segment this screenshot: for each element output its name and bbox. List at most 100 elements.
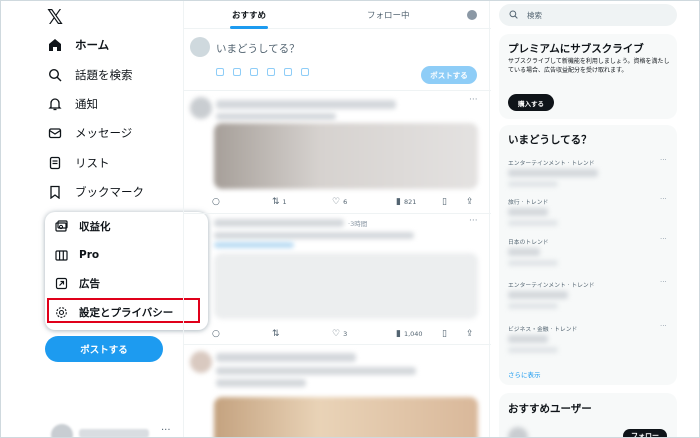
gif-icon[interactable] xyxy=(233,68,241,76)
account-avatar[interactable] xyxy=(51,424,73,437)
timeline-settings-icon[interactable] xyxy=(467,10,477,20)
menu-label-monetization: 収益化 xyxy=(79,220,111,233)
post-text xyxy=(214,232,414,239)
trend-name[interactable] xyxy=(508,169,598,177)
repost-button[interactable]: ⇅ xyxy=(272,329,283,339)
list-icon xyxy=(47,155,63,171)
trend-more-icon[interactable]: ··· xyxy=(660,195,667,203)
trend-posts xyxy=(508,220,558,226)
nav-label-home: ホーム xyxy=(75,38,110,52)
nav-item-notifications[interactable]: 通知 xyxy=(47,91,98,117)
home-icon xyxy=(47,37,63,53)
post-text xyxy=(216,113,336,120)
post-more-icon[interactable]: ··· xyxy=(469,95,478,105)
repost-button[interactable]: ⇅ 1 xyxy=(272,197,287,207)
post-more-icon[interactable]: ··· xyxy=(469,216,478,226)
search-icon xyxy=(509,9,518,21)
emoji-icon[interactable] xyxy=(267,68,275,76)
trend-name[interactable] xyxy=(508,291,568,299)
who-to-follow-title: おすすめユーザー xyxy=(508,403,592,415)
post-media[interactable] xyxy=(214,397,478,437)
composer-toolbar xyxy=(216,68,318,76)
post-media[interactable] xyxy=(214,123,478,189)
trend-category: 旅行 · トレンド xyxy=(508,200,549,206)
trend-posts xyxy=(508,303,558,309)
timeline: おすすめ フォロー中 いまどうしてる？ ポストする ··· ○ ⇅ 1 ♡ 6 ▮ 8… xyxy=(183,1,491,437)
timeline-tabs: おすすめ フォロー中 xyxy=(184,1,491,29)
app-window: 𝕏 ホーム 話題を検索 通知 メッセージ リスト ブックマーク ポストする ··… xyxy=(0,0,700,438)
post-avatar[interactable] xyxy=(190,97,212,119)
ads-arrow-icon xyxy=(54,276,68,290)
trend-more-icon[interactable]: ··· xyxy=(660,156,667,164)
bookmark-post-icon[interactable]: ▯ xyxy=(442,329,450,339)
composer-post-button[interactable]: ポストする xyxy=(421,66,477,84)
views-button[interactable]: ▮ 821 xyxy=(396,197,416,207)
premium-description: サブスクライブして新機能を利用しましょう。資格を満たしている場合、広告収益配分を… xyxy=(508,58,670,74)
composer-avatar xyxy=(190,37,210,57)
share-icon[interactable]: ⇪ xyxy=(466,329,477,339)
bookmark-icon xyxy=(47,184,63,200)
like-button[interactable]: ♡ 3 xyxy=(332,329,347,339)
post-actions: ○ ⇅ 1 ♡ 6 ▮ 821 ▯ ⇪ xyxy=(212,197,482,207)
schedule-icon[interactable] xyxy=(284,68,292,76)
tab-active-indicator xyxy=(230,26,268,29)
nav-item-home[interactable]: ホーム xyxy=(47,32,109,58)
subscribe-button[interactable]: 購入する xyxy=(508,94,554,111)
x-logo-icon[interactable]: 𝕏 xyxy=(47,6,71,28)
trend-posts xyxy=(508,347,558,353)
bell-icon xyxy=(47,96,63,112)
views-button[interactable]: ▮ 1,040 xyxy=(396,329,423,339)
trend-more-icon[interactable]: ··· xyxy=(660,278,667,286)
bookmark-post-icon[interactable]: ▯ xyxy=(442,197,450,207)
post-button[interactable]: ポストする xyxy=(45,336,163,362)
account-more-icon[interactable]: ··· xyxy=(161,425,171,436)
follow-button[interactable]: フォロー xyxy=(623,429,667,437)
trend-category: エンターテインメント · トレンド xyxy=(508,283,595,289)
location-icon[interactable] xyxy=(301,68,309,76)
nav-item-lists[interactable]: リスト xyxy=(47,150,110,176)
trend-posts xyxy=(508,260,558,266)
composer-input[interactable]: いまどうしてる？ xyxy=(216,41,300,56)
show-more-link[interactable]: さらに表示 xyxy=(508,369,541,379)
trend-more-icon[interactable]: ··· xyxy=(660,235,667,243)
reply-icon[interactable]: ○ xyxy=(212,197,223,207)
account-name xyxy=(79,429,149,437)
nav-label-messages: メッセージ xyxy=(75,126,133,140)
nav-label-bookmarks: ブックマーク xyxy=(75,185,144,199)
trend-name[interactable] xyxy=(508,248,540,256)
premium-title: プレミアムにサブスクライブ xyxy=(508,43,644,55)
nav-label-lists: リスト xyxy=(75,156,110,170)
nav-item-explore[interactable]: 話題を検索 xyxy=(47,62,133,88)
post-author xyxy=(214,219,344,227)
post-avatar[interactable] xyxy=(190,351,212,373)
nav-item-messages[interactable]: メッセージ xyxy=(47,120,132,146)
divider xyxy=(184,90,491,91)
mail-icon xyxy=(47,125,63,141)
search-input[interactable]: 検索 xyxy=(499,4,677,26)
image-icon[interactable] xyxy=(216,68,224,76)
tab-following[interactable]: フォロー中 xyxy=(367,9,410,21)
trend-name[interactable] xyxy=(508,208,548,216)
share-icon[interactable]: ⇪ xyxy=(466,197,477,207)
post-author xyxy=(216,100,396,109)
reply-icon[interactable]: ○ xyxy=(212,329,223,339)
poll-icon[interactable] xyxy=(250,68,258,76)
post-text xyxy=(216,379,306,387)
trend-more-icon[interactable]: ··· xyxy=(660,322,667,330)
trend-name[interactable] xyxy=(508,335,548,343)
post-media[interactable] xyxy=(214,253,478,319)
like-button[interactable]: ♡ 6 xyxy=(332,197,347,207)
divider xyxy=(184,213,491,214)
tab-for-you[interactable]: おすすめ xyxy=(232,9,266,21)
monetization-icon xyxy=(54,219,68,233)
columns-icon xyxy=(54,248,68,262)
menu-label-pro: Pro xyxy=(79,249,100,261)
nav-item-bookmarks[interactable]: ブックマーク xyxy=(47,179,144,205)
post-actions: ○ ⇅ ♡ 3 ▮ 1,040 ▯ ⇪ xyxy=(212,329,482,339)
trends-title: いまどうしてる？ xyxy=(508,134,592,146)
search-placeholder: 検索 xyxy=(527,10,542,20)
post-link[interactable] xyxy=(214,242,294,248)
post-author xyxy=(216,353,356,362)
trend-category: 日本のトレンド xyxy=(508,240,549,246)
nav-label-explore: 話題を検索 xyxy=(75,68,133,82)
